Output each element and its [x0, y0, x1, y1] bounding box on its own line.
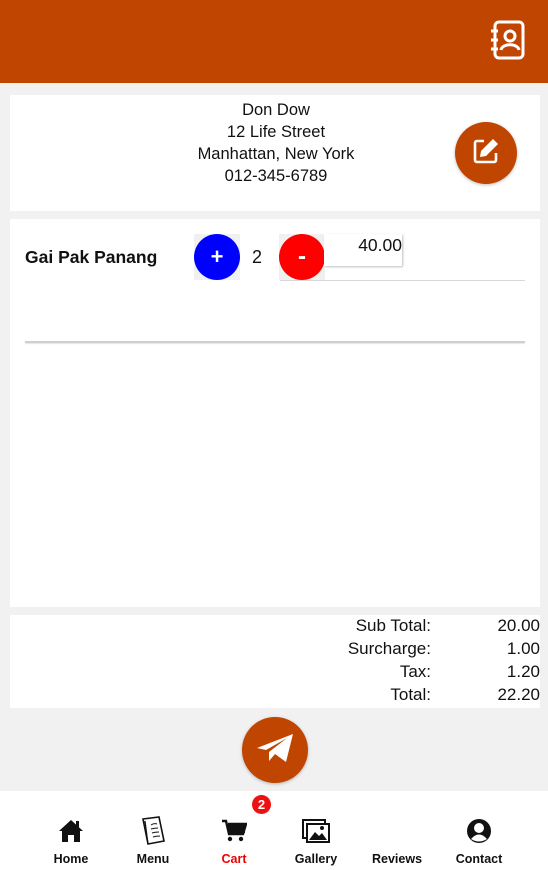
decrease-qty-button[interactable]: - [279, 234, 325, 280]
cart-icon [220, 817, 248, 845]
order-totals: Sub Total: 20.00 Surcharge: 1.00 Tax: 1.… [10, 615, 540, 708]
total-value: 22.20 [497, 685, 540, 704]
address-book-icon[interactable] [490, 20, 526, 60]
increase-qty-button[interactable]: + [194, 234, 240, 280]
total-label: Total: [390, 685, 431, 704]
edit-icon [471, 136, 501, 171]
cart-count-badge: 2 [252, 795, 271, 814]
home-icon [57, 817, 85, 845]
row-underline [280, 280, 525, 281]
send-order-button[interactable] [242, 717, 308, 783]
edit-address-button[interactable] [455, 122, 517, 184]
subtotal-label: Sub Total: [355, 616, 431, 635]
cart-items-panel: Gai Pak Panang + 2 - 40.00 [10, 219, 540, 607]
nav-cart-label: Cart [221, 852, 247, 866]
nav-menu-label: Menu [136, 852, 170, 866]
surcharge-label: Surcharge: [347, 639, 431, 658]
subtotal-value: 20.00 [497, 616, 540, 635]
tax-row: Tax: 1.20 [10, 662, 540, 685]
top-app-bar [0, 0, 548, 83]
nav-contact[interactable]: Contact [439, 791, 519, 870]
decrease-qty-wrap: - [279, 234, 325, 280]
nav-contact-label: Contact [455, 852, 503, 866]
increase-qty-wrap: + [194, 234, 240, 280]
list-divider [25, 341, 525, 343]
menu-book-icon [139, 816, 167, 845]
paper-plane-icon [255, 731, 295, 770]
bottom-navigation: Home Menu Cart Gallery Reviews Contact [0, 791, 548, 870]
surcharge-row: Surcharge: 1.00 [10, 639, 540, 662]
item-quantity: 2 [252, 247, 263, 267]
subtotal-row: Sub Total: 20.00 [10, 616, 540, 639]
tax-label: Tax: [399, 662, 431, 681]
nav-home-label: Home [53, 852, 89, 866]
item-price: 40.00 [324, 234, 402, 266]
item-price-value: 40.00 [358, 235, 402, 255]
nav-home[interactable]: Home [31, 791, 111, 870]
gallery-icon [302, 817, 330, 845]
nav-menu[interactable]: Menu [113, 791, 193, 870]
nav-gallery-label: Gallery [294, 852, 338, 866]
nav-reviews-label: Reviews [371, 852, 423, 866]
total-row: Total: 22.20 [10, 685, 540, 708]
delivery-address-card: Don Dow 12 Life Street Manhattan, New Yo… [10, 95, 540, 211]
nav-reviews[interactable]: Reviews [357, 791, 437, 870]
item-name: Gai Pak Panang [25, 247, 158, 267]
tax-value: 1.20 [506, 662, 540, 681]
user-icon [465, 817, 493, 845]
nav-gallery[interactable]: Gallery [276, 791, 356, 870]
surcharge-value: 1.00 [506, 639, 540, 658]
customer-name: Don Dow [242, 101, 310, 119]
